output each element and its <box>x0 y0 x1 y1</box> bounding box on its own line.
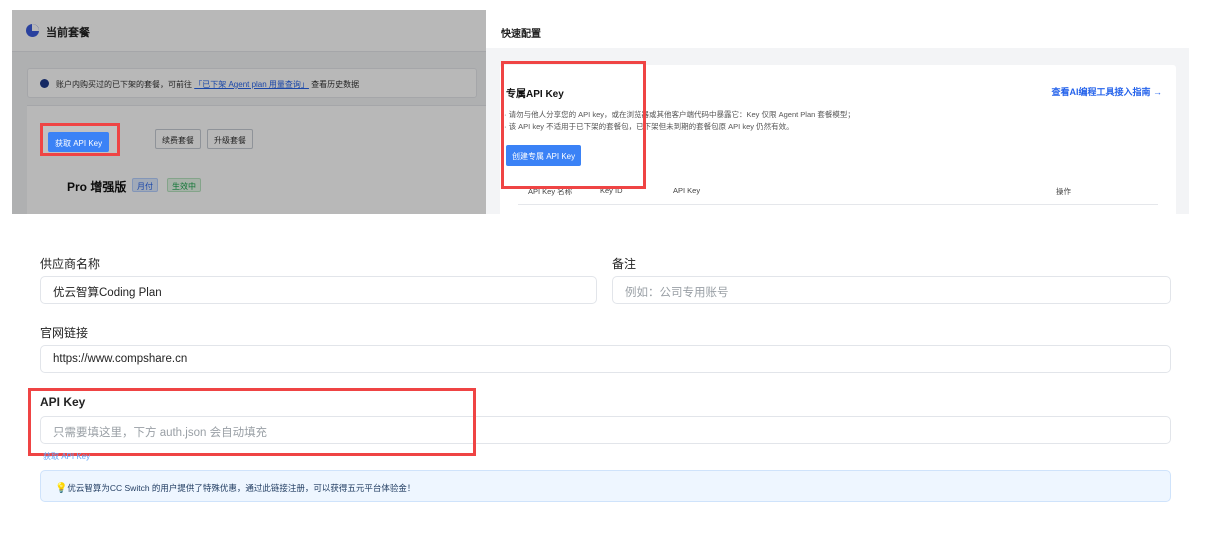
api-key-panel-highlight <box>501 61 646 189</box>
provider-label: 供应商名称 <box>40 257 101 271</box>
get-api-key-button[interactable]: 获取 API Key <box>48 132 110 152</box>
lightbulb-icon: 💡 <box>55 483 68 494</box>
current-plan-pane: 当前套餐 账户内购买过的已下架的套餐，可前往 「已下架 Agent plan 用… <box>12 10 486 214</box>
website-label: 官网链接 <box>40 326 89 340</box>
col-api-key: API Key <box>673 186 701 195</box>
website-input[interactable]: https://www.compshare.cn <box>40 345 1171 373</box>
get-api-key-highlight: 获取 API Key <box>40 123 120 156</box>
remark-input[interactable]: 例如：公司专用账号 <box>612 276 1171 304</box>
ai-tool-guide-link[interactable]: 查看AI编程工具接入指南 → <box>1051 85 1162 98</box>
col-actions: 操作 <box>1056 187 1071 196</box>
provider-input[interactable]: 优云智算Coding Plan <box>40 276 597 304</box>
dim-overlay <box>12 10 486 214</box>
promo-tip-text: 优云智算为CC Switch 的用户提供了特殊优惠，通过此链接注册，可以获得五元… <box>67 483 416 493</box>
quick-config-pane: 快速配置 专属API Key 查看AI编程工具接入指南 → · 请勿与他人分享您… <box>486 10 1189 214</box>
quick-config-header: 快速配置 <box>486 10 1189 48</box>
remark-label: 备注 <box>612 257 637 271</box>
promo-tip: 💡 优云智算为CC Switch 的用户提供了特殊优惠，通过此链接注册，可以获得… <box>40 470 1171 502</box>
quick-config-title: 快速配置 <box>501 29 541 40</box>
api-key-field-highlight <box>28 388 476 456</box>
get-api-key-link[interactable]: 获取 API Key <box>43 451 90 462</box>
